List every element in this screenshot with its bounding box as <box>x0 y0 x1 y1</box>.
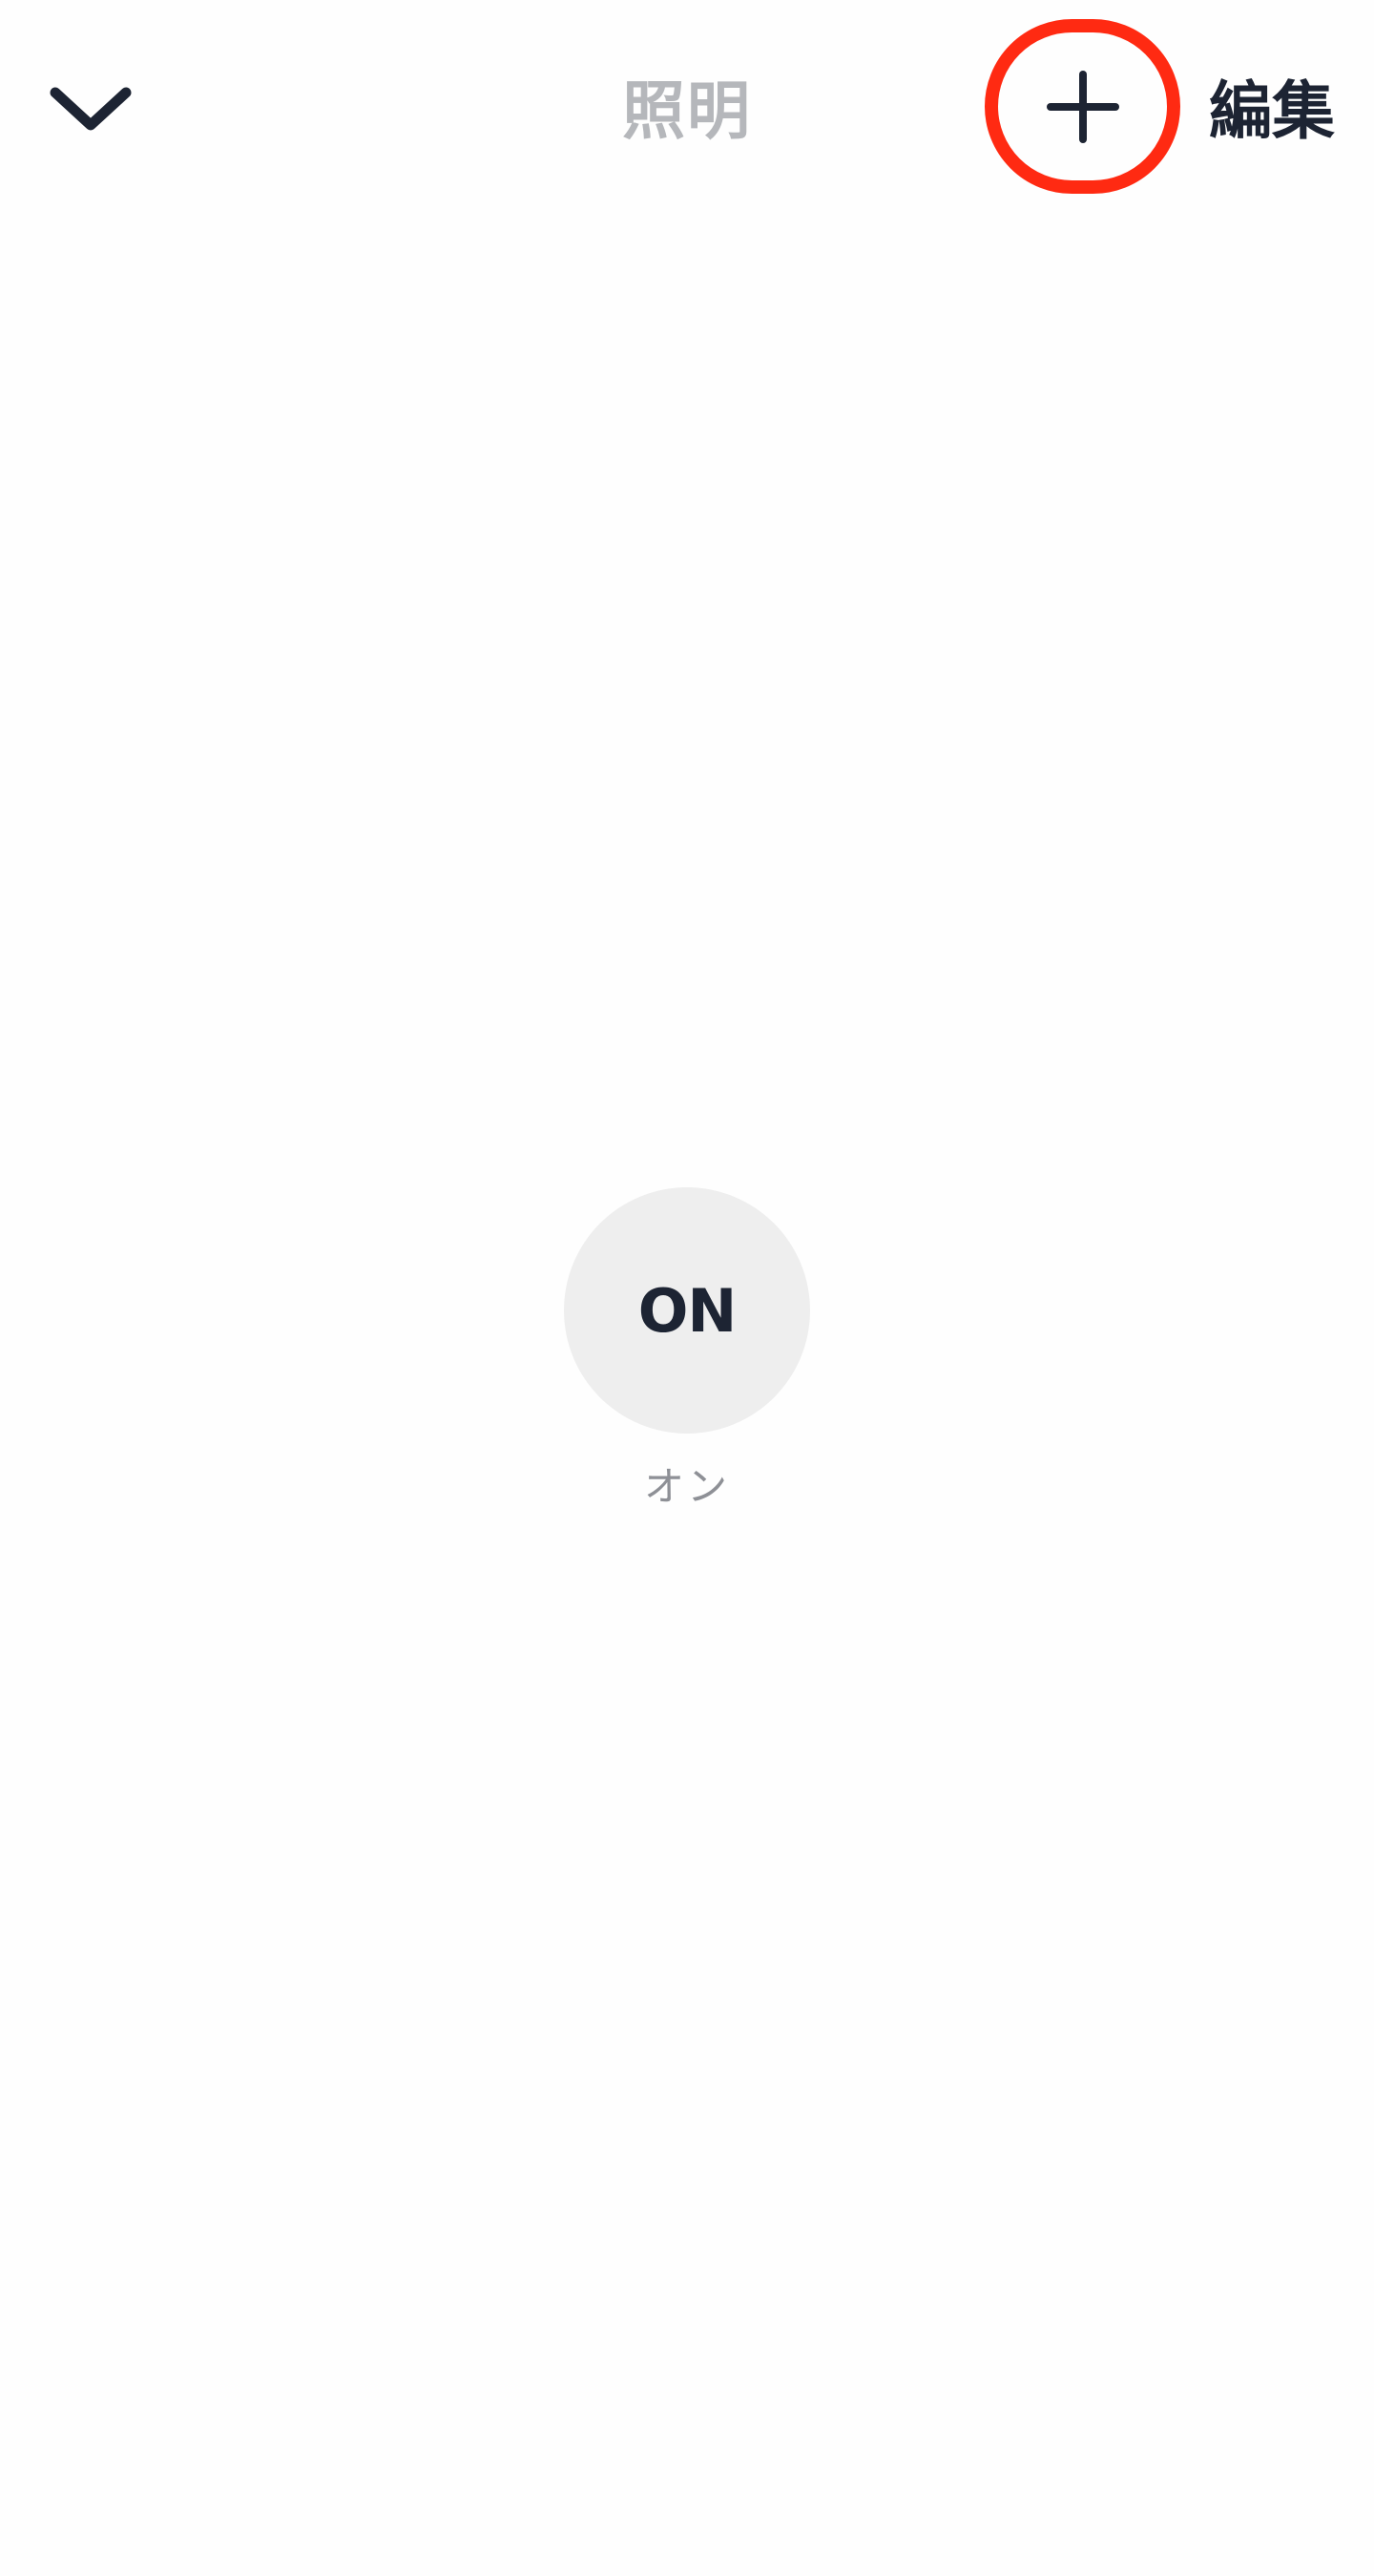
chevron-down-icon <box>50 87 132 131</box>
on-button[interactable]: ON <box>564 1187 810 1434</box>
power-control: ON オン <box>563 1187 811 1513</box>
top-bar: 照明 編集 <box>0 0 1374 220</box>
on-caption: オン <box>643 1463 730 1510</box>
plus-icon <box>1046 70 1119 143</box>
collapse-button[interactable] <box>38 57 143 162</box>
page-title: 照明 <box>622 74 752 148</box>
on-button-label: ON <box>637 1275 738 1346</box>
lighting-screen: 照明 編集 ON オン <box>0 0 1374 2576</box>
edit-button[interactable]: 編集 <box>1200 59 1343 164</box>
add-button[interactable] <box>985 19 1180 194</box>
